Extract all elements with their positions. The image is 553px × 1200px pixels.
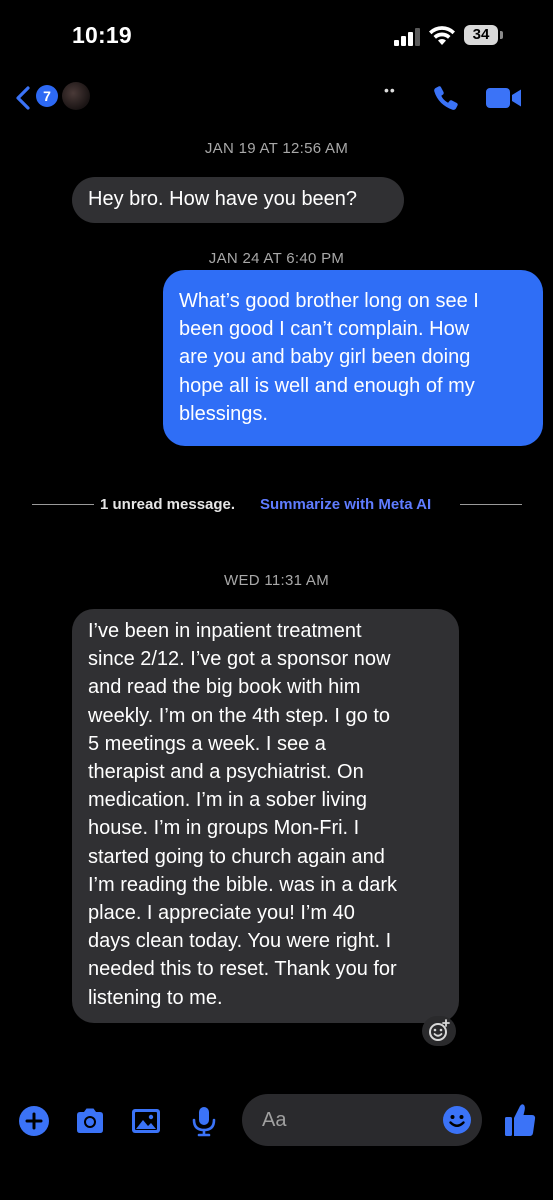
plus-icon[interactable]: [18, 1105, 50, 1137]
incoming-message-bubble[interactable]: Hey bro. How have you been?: [72, 177, 404, 223]
message-text: Hey bro. How have you been?: [88, 188, 358, 210]
chevron-left-icon: [16, 86, 30, 110]
cellular-signal-icon: [394, 28, 420, 46]
status-bar: 10:19 34: [0, 0, 553, 70]
message-text: What’s good brother long on see I been g…: [179, 290, 479, 425]
summarize-with-meta-ai-link[interactable]: Summarize with Meta AI: [260, 496, 431, 513]
microphone-icon[interactable]: [188, 1105, 220, 1137]
home-indicator-area: [0, 1160, 553, 1200]
battery-level: 34: [472, 26, 490, 43]
unread-count-badge: 7: [36, 85, 58, 107]
contact-name-redacted[interactable]: ••: [384, 82, 396, 98]
image-icon[interactable]: [130, 1105, 162, 1137]
unread-message-label: 1 unread message.: [100, 496, 236, 513]
wifi-icon: [429, 26, 455, 45]
message-text: I’ve been in inpatient treatment since 2…: [88, 620, 398, 1009]
message-composer: [0, 1085, 553, 1155]
incoming-message-bubble[interactable]: I’ve been in inpatient treatment since 2…: [72, 609, 459, 1023]
add-reaction-button[interactable]: [422, 1016, 456, 1046]
unread-divider: 1 unread message. Summarize with Meta AI: [0, 493, 553, 519]
add-reaction-icon: [429, 1019, 450, 1041]
phone-icon[interactable]: [432, 84, 460, 112]
message-timestamp: JAN 24 AT 6:40 PM: [208, 250, 345, 267]
emoji-icon[interactable]: [442, 1105, 472, 1135]
battery-tip: [500, 31, 503, 39]
thumbs-up-icon[interactable]: [503, 1102, 537, 1138]
camera-icon[interactable]: [74, 1105, 106, 1137]
message-timestamp: JAN 19 AT 12:56 AM: [204, 140, 349, 157]
battery-indicator: 34: [464, 25, 504, 47]
back-button[interactable]: 7: [14, 84, 62, 114]
video-camera-icon[interactable]: [486, 86, 522, 110]
contact-avatar[interactable]: [62, 82, 90, 110]
conversation-header: 7 ••: [0, 70, 553, 126]
status-time: 10:19: [72, 22, 132, 48]
divider-line: [32, 504, 94, 505]
outgoing-message-bubble[interactable]: What’s good brother long on see I been g…: [163, 270, 543, 446]
divider-line: [460, 504, 522, 505]
message-timestamp: WED 11:31 AM: [223, 572, 330, 589]
